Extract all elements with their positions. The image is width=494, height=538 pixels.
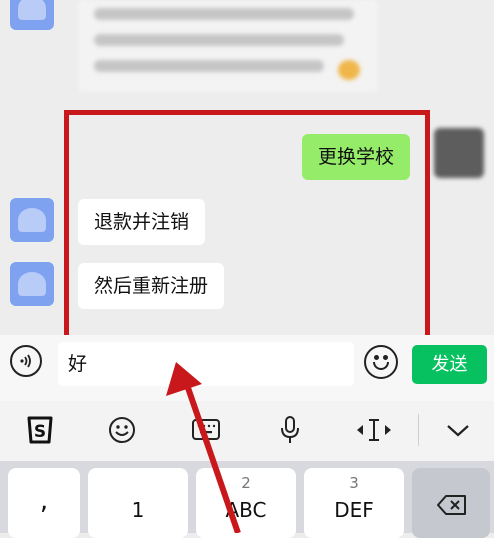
- red-arrow-annotation: [166, 362, 241, 533]
